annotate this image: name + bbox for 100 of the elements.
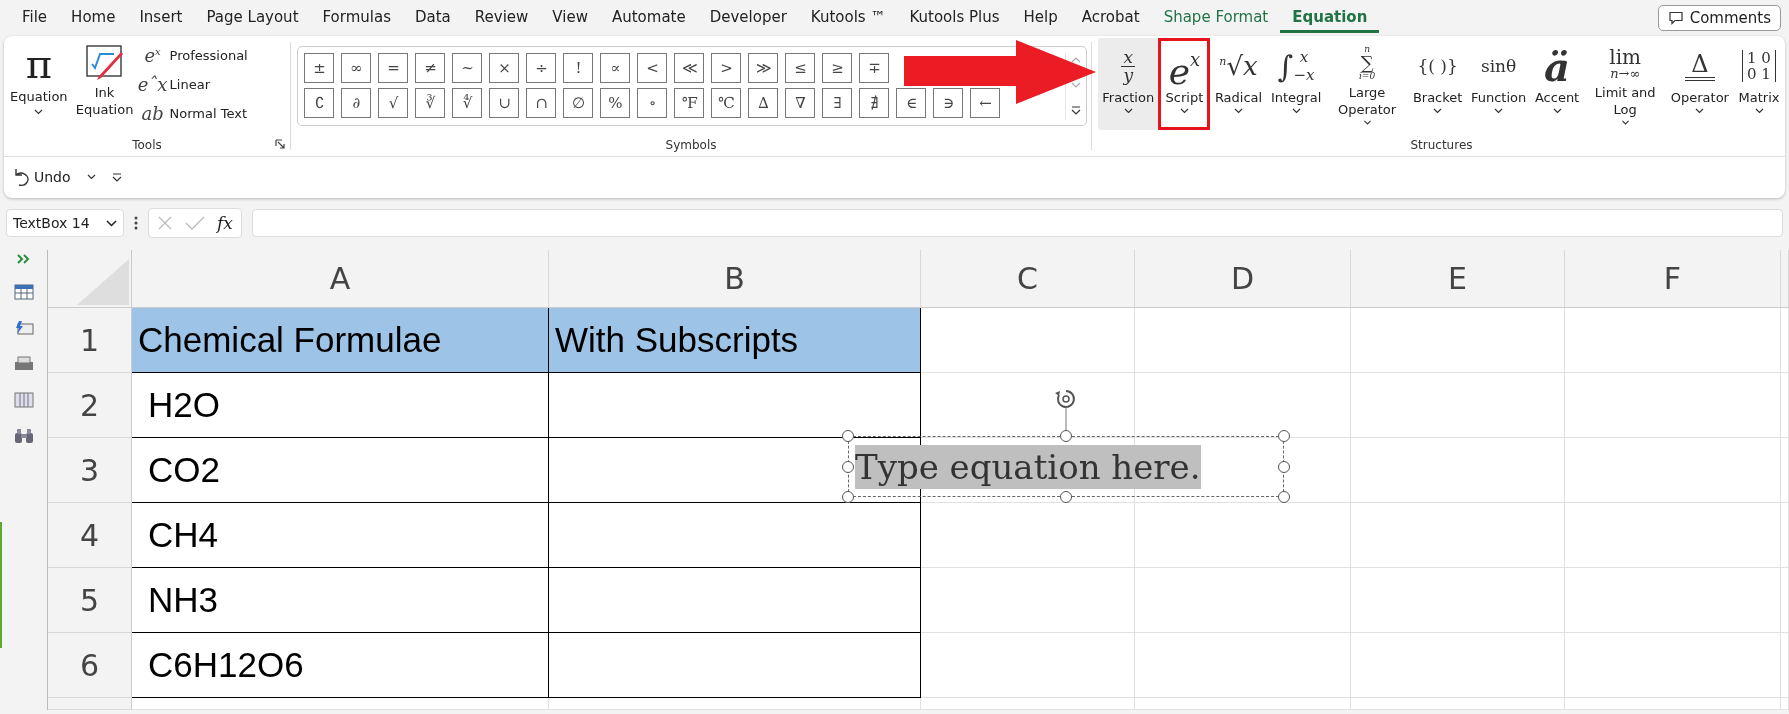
symbol-button[interactable]: ∜	[452, 88, 482, 118]
structure-button[interactable]: $^{n}$√x Radical	[1210, 38, 1267, 130]
ribbon-tab[interactable]: Formulas	[310, 3, 403, 33]
more-options-icon[interactable]	[134, 216, 138, 230]
symbol-button[interactable]: ∛	[415, 88, 445, 118]
resize-handle[interactable]	[1060, 430, 1072, 442]
symbol-button[interactable]: ℉	[674, 88, 704, 118]
column-header[interactable]: F	[1565, 250, 1781, 308]
ribbon-tab[interactable]: File	[10, 3, 60, 33]
symbol-button[interactable]: ℃	[711, 88, 741, 118]
name-box[interactable]: TextBox 14	[6, 209, 124, 237]
binoculars-icon[interactable]	[13, 428, 34, 444]
resize-handle[interactable]	[842, 460, 854, 473]
structure-button[interactable]: 1 0 0 1 Matrix	[1733, 38, 1785, 130]
expand-icon[interactable]	[16, 254, 31, 264]
ribbon-tab[interactable]: Developer	[697, 3, 799, 33]
structure-button[interactable]: {( )} Bracket	[1408, 38, 1467, 130]
resize-handle[interactable]	[1278, 430, 1290, 442]
resize-handle[interactable]	[842, 491, 854, 503]
symbol-button[interactable]: ∇	[785, 88, 815, 118]
ink-equation-button[interactable]: Ink Equation	[73, 42, 136, 118]
equation-format-button[interactable]: e$^{x}$ Professional	[135, 42, 248, 69]
symbol-button[interactable]: ≥	[822, 53, 852, 83]
symbol-button[interactable]: ≪	[674, 53, 704, 83]
equation-format-button[interactable]: eˆx Linear	[135, 71, 248, 98]
table-icon[interactable]	[13, 284, 34, 300]
symbol-button[interactable]: ∪	[489, 88, 519, 118]
ribbon-tab[interactable]: Home	[59, 3, 128, 33]
column-header[interactable]: A	[132, 250, 549, 308]
more-icon[interactable]	[1071, 106, 1081, 115]
ribbon-tab[interactable]: Data	[403, 3, 463, 33]
insert-function-button[interactable]: fx	[217, 213, 233, 233]
symbol-button[interactable]: %	[600, 88, 630, 118]
resize-handle[interactable]	[1060, 491, 1072, 503]
ribbon-tab[interactable]: Insert	[127, 3, 195, 33]
structure-button[interactable]: ä Accent	[1530, 38, 1584, 130]
symbol-button[interactable]: ∅	[563, 88, 593, 118]
structure-button[interactable]: lim n→∞ Limit and Log	[1583, 38, 1667, 130]
symbol-button[interactable]: ∘	[637, 88, 667, 118]
symbol-button[interactable]: ∝	[600, 53, 630, 83]
ribbon-tab[interactable]: Shape Format	[1151, 3, 1281, 33]
symbol-button[interactable]: ∂	[341, 88, 371, 118]
ribbon-tab[interactable]: Review	[462, 3, 541, 33]
ribbon-tab[interactable]: Automate	[599, 3, 698, 33]
column-header[interactable]: C	[921, 250, 1135, 308]
symbol-button[interactable]: √	[378, 88, 408, 118]
row-header[interactable]: 6	[48, 633, 132, 698]
ribbon-tab[interactable]: Kutools ™	[798, 3, 898, 33]
structure-button[interactable]: e$^{x}$ Script	[1158, 38, 1211, 130]
symbol-button[interactable]: ×	[489, 53, 519, 83]
ribbon-tab[interactable]: View	[540, 3, 600, 33]
ribbon-tab[interactable]: Kutools Plus	[897, 3, 1012, 33]
symbol-button[interactable]: ∁	[304, 88, 334, 118]
equation-box[interactable]: Type equation here.	[848, 436, 1284, 497]
column-header[interactable]: D	[1135, 250, 1351, 308]
row-header[interactable]: 3	[48, 438, 132, 503]
ribbon-tab[interactable]: Equation	[1280, 3, 1380, 33]
structure-button[interactable]: n ∑ i=0 Large Operator	[1325, 38, 1409, 130]
column-header[interactable]: E	[1351, 250, 1565, 308]
symbol-button[interactable]: !	[563, 53, 593, 83]
resize-handle[interactable]	[842, 430, 854, 442]
structure-button[interactable]: x y Fraction	[1098, 38, 1159, 130]
printer-icon[interactable]	[13, 356, 34, 372]
symbol-button[interactable]: ∓	[859, 53, 889, 83]
symbol-button[interactable]: ∆	[748, 88, 778, 118]
resize-handle[interactable]	[1278, 491, 1290, 503]
structure-button[interactable]: sinθ Function	[1466, 38, 1531, 130]
equation-button[interactable]: π Equation	[4, 42, 74, 115]
row-header[interactable]: 2	[48, 373, 132, 438]
symbol-button[interactable]: ∋	[933, 88, 963, 118]
symbol-button[interactable]: ∈	[896, 88, 926, 118]
symbol-button[interactable]: ∄	[859, 88, 889, 118]
ribbon-tab[interactable]: Help	[1011, 3, 1070, 33]
symbol-button[interactable]: ±	[304, 53, 334, 83]
symbol-button[interactable]: ÷	[526, 53, 556, 83]
row-header[interactable]: 5	[48, 568, 132, 633]
symbol-button[interactable]: ←	[970, 88, 1000, 118]
equation-format-button[interactable]: ab Normal Text	[135, 100, 248, 127]
columns-icon[interactable]	[13, 392, 34, 408]
check-icon[interactable]	[185, 215, 205, 231]
resize-handle[interactable]	[1278, 460, 1290, 473]
row-header[interactable]: 4	[48, 503, 132, 568]
column-header[interactable]: B	[549, 250, 921, 308]
symbol-button[interactable]: ~	[452, 53, 482, 83]
symbol-button[interactable]: >	[711, 53, 741, 83]
ribbon-tab[interactable]: Page Layout	[194, 3, 311, 33]
symbol-button[interactable]: ∃	[822, 88, 852, 118]
symbol-button[interactable]: ∩	[526, 88, 556, 118]
formula-input[interactable]	[251, 209, 1783, 237]
symbol-button[interactable]: ≫	[748, 53, 778, 83]
flash-card-icon[interactable]	[13, 320, 34, 336]
dialog-launcher-icon[interactable]	[275, 139, 286, 150]
symbol-button[interactable]: =	[378, 53, 408, 83]
comments-button[interactable]: Comments	[1657, 5, 1781, 31]
undo-button[interactable]: Undo	[12, 167, 71, 187]
row-header[interactable]: 1	[48, 308, 132, 373]
customize-icon[interactable]	[111, 172, 122, 182]
structure-button[interactable]: Δ Operator	[1666, 38, 1733, 130]
symbol-button[interactable]: ∞	[341, 53, 371, 83]
caret-icon[interactable]	[86, 174, 96, 180]
